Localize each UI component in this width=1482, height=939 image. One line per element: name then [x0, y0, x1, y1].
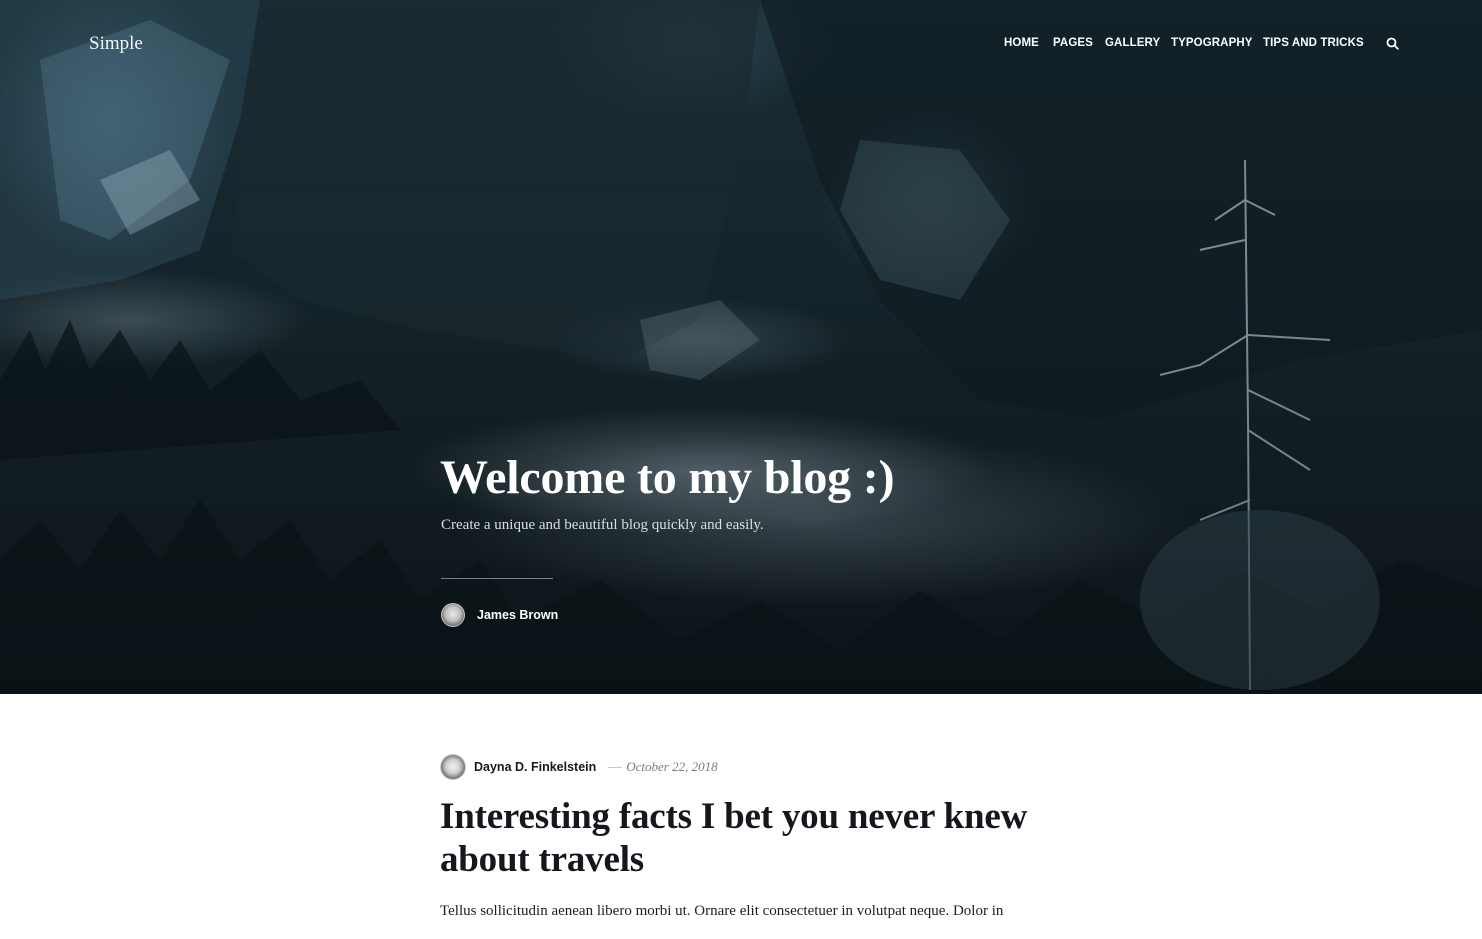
nav-typography[interactable]: TYPOGRAPHY [1171, 37, 1253, 49]
post-excerpt: Tellus sollicitudin aenean libero morbi … [440, 903, 1004, 919]
search-button[interactable] [1386, 37, 1399, 50]
author-avatar[interactable] [441, 603, 465, 627]
hero-banner [0, 0, 1482, 694]
hero-overlay [0, 0, 1482, 694]
nav-gallery[interactable]: GALLERY [1105, 37, 1160, 49]
post-author-avatar[interactable] [440, 754, 466, 780]
hero-subtitle: Create a unique and beautiful blog quick… [441, 517, 764, 533]
hero-author-name[interactable]: James Brown [477, 608, 558, 622]
nav-tips-and-tricks[interactable]: TIPS AND TRICKS [1263, 37, 1364, 49]
nav-home[interactable]: HOME [1004, 37, 1039, 49]
hero-author[interactable]: James Brown [441, 603, 558, 627]
search-icon [1386, 37, 1399, 50]
post-meta: Dayna D. Finkelstein October 22, 2018 [440, 754, 718, 780]
hero-divider [441, 578, 553, 579]
meta-separator [608, 766, 623, 768]
post-author-name[interactable]: Dayna D. Finkelstein [474, 760, 596, 774]
post-title[interactable]: Interesting facts I bet you never knew a… [440, 795, 1080, 881]
site-logo[interactable]: Simple [89, 33, 143, 55]
post-date: October 22, 2018 [626, 759, 718, 774]
nav-pages[interactable]: PAGES [1053, 37, 1093, 49]
hero-title: Welcome to my blog :) [440, 451, 895, 504]
